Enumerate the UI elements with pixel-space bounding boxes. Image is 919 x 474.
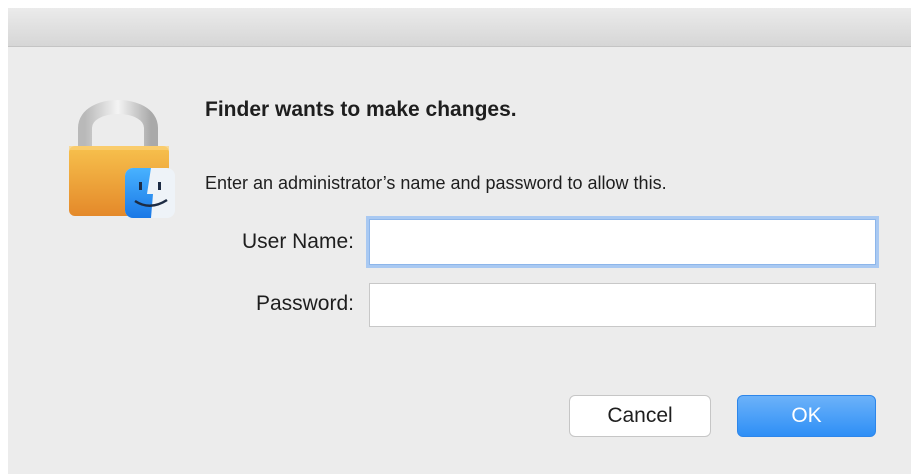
finder-icon (125, 168, 175, 218)
username-label: User Name: (241, 230, 354, 253)
dialog-title: Finder wants to make changes. (205, 98, 517, 121)
password-label: Password: (255, 292, 354, 315)
ok-button[interactable]: OK (737, 395, 876, 437)
title-bar[interactable] (8, 8, 911, 47)
lock-finder-graphic (69, 100, 175, 218)
dialog-message: Enter an administrator’s name and passwo… (205, 173, 667, 193)
cancel-button[interactable]: Cancel (569, 395, 711, 437)
auth-dialog: Finder wants to make changes. Enter an a… (8, 8, 911, 474)
password-input[interactable] (369, 283, 876, 327)
username-input[interactable] (369, 219, 876, 265)
lock-icon (63, 90, 183, 222)
